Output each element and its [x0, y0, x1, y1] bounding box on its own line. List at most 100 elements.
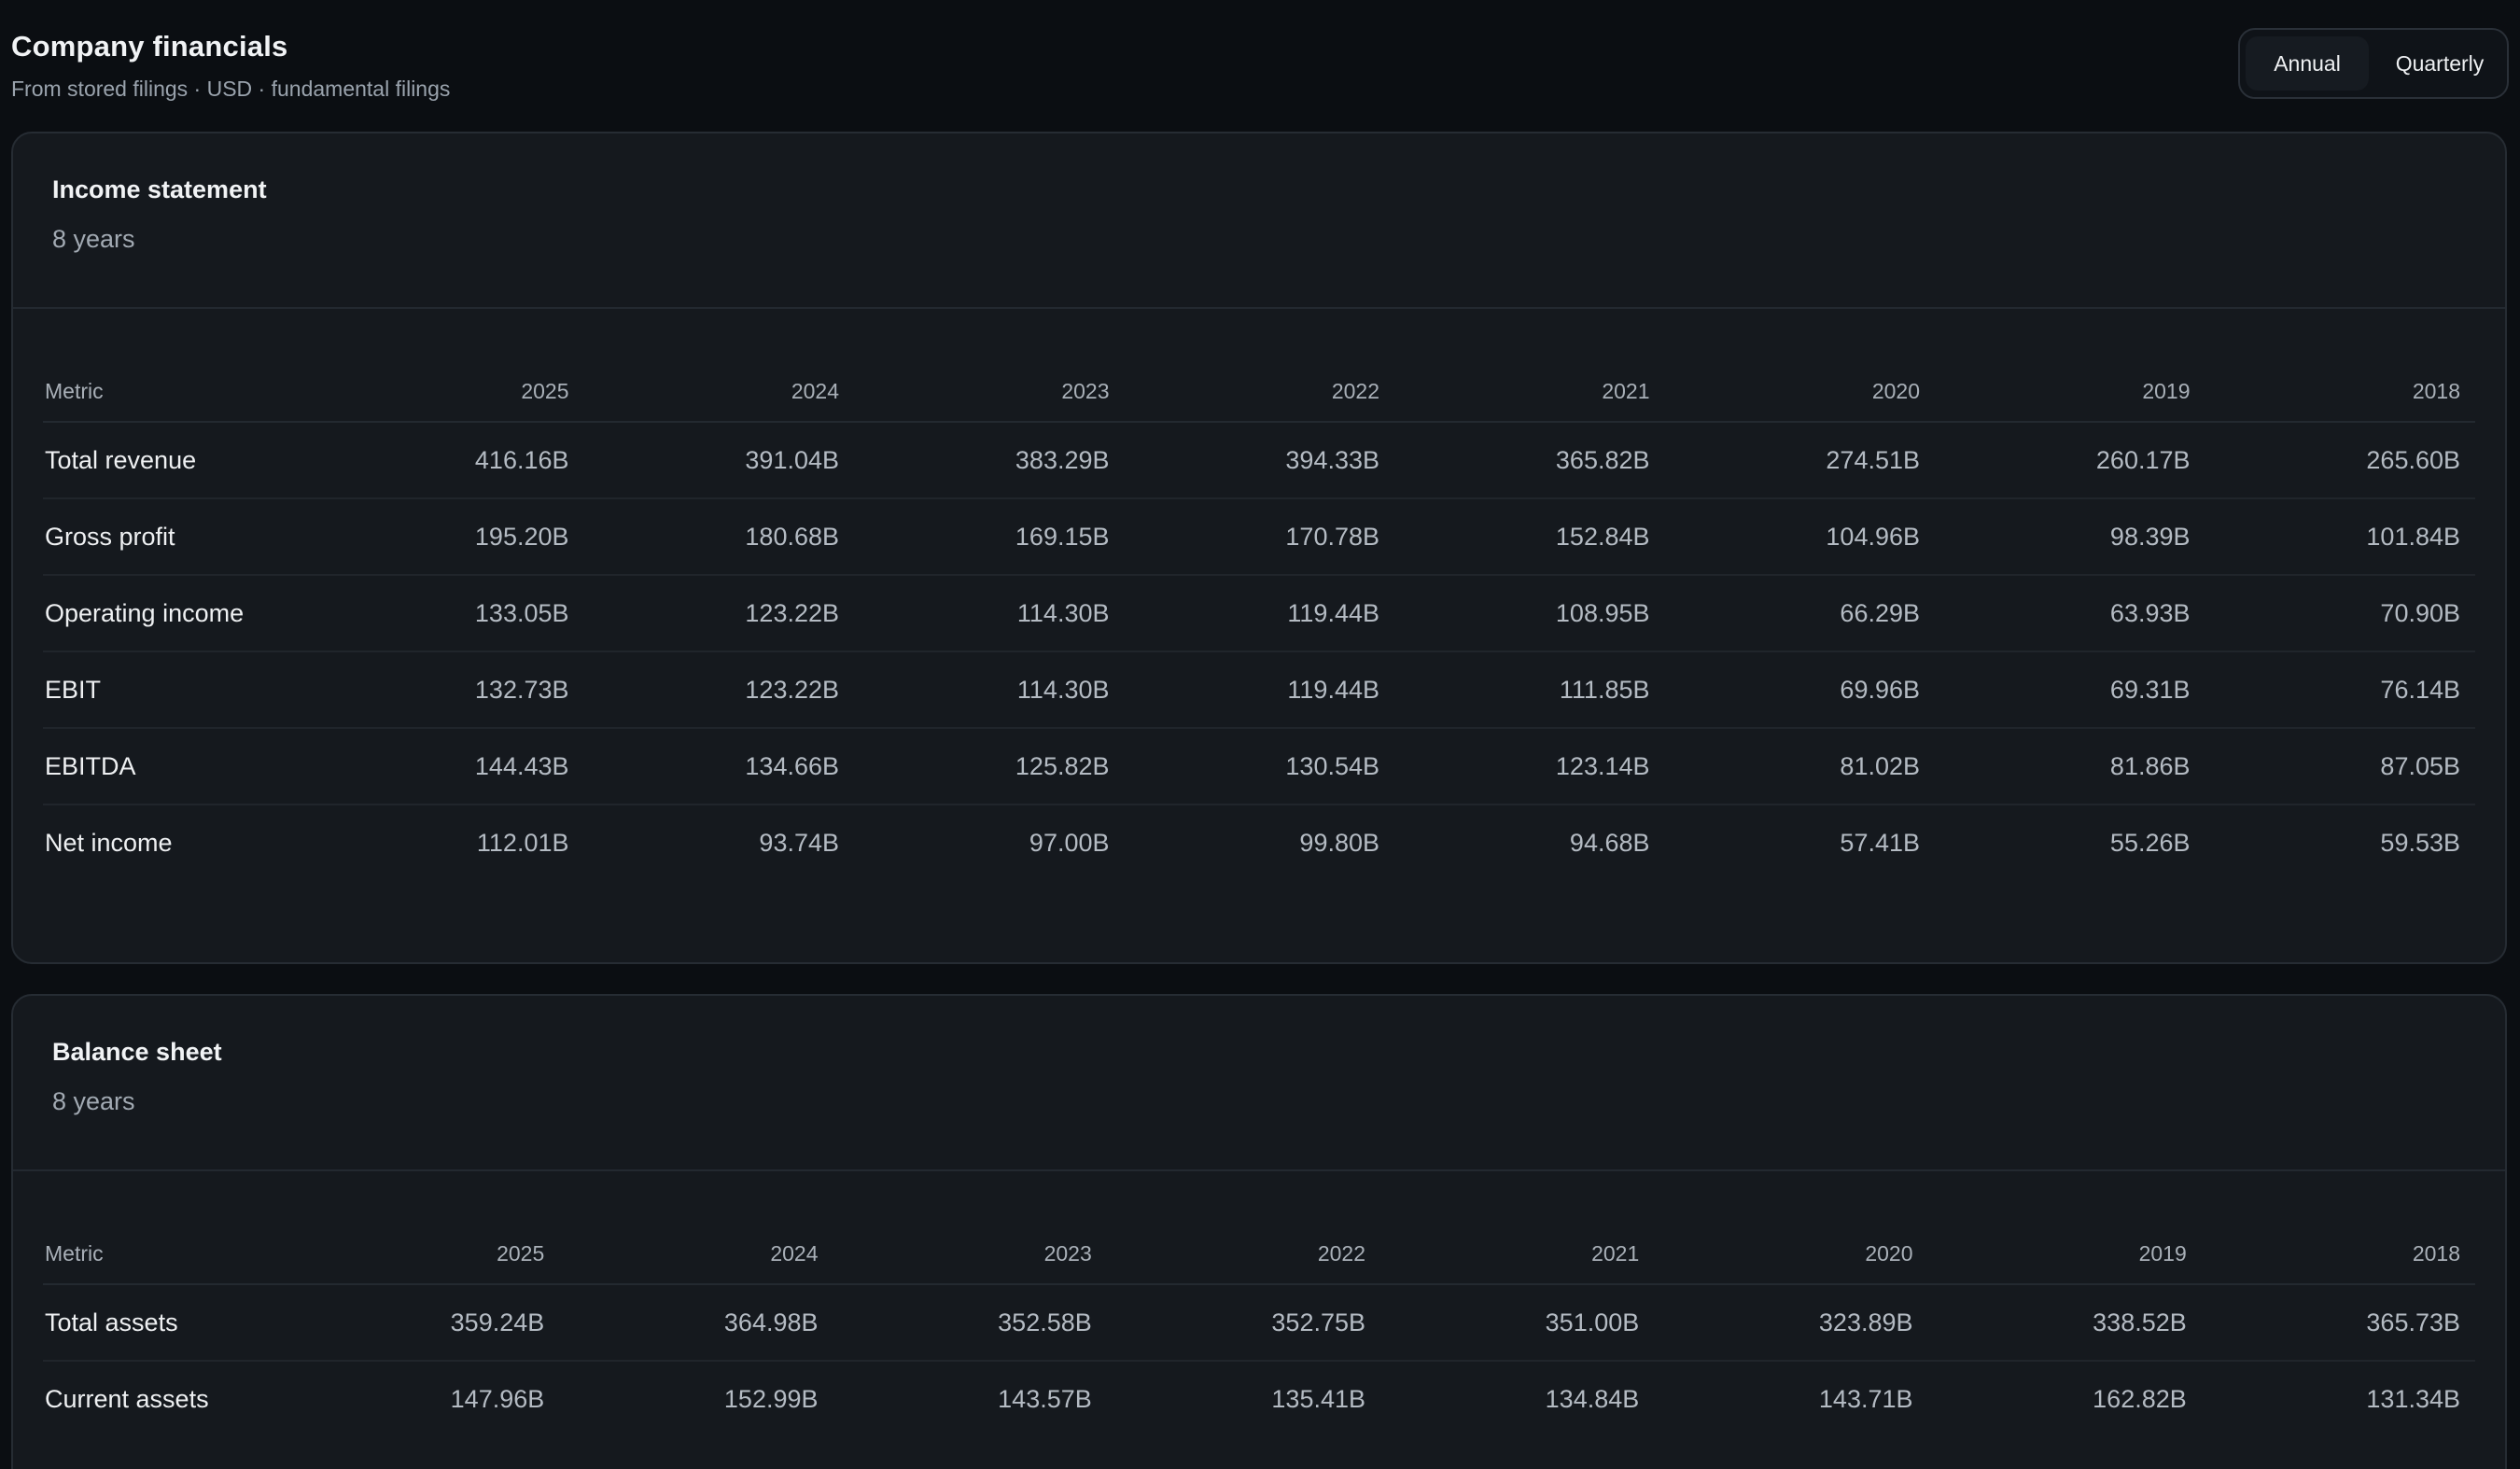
- metric-value: 170.78B: [1124, 498, 1394, 576]
- column-header: 2022: [1317, 1241, 1365, 1266]
- column-header: 2018: [2412, 1241, 2460, 1266]
- metric-value: 119.44B: [1124, 575, 1394, 652]
- column-header: 2021: [1602, 379, 1650, 403]
- metric-value: 169.15B: [854, 498, 1125, 576]
- metric-value: 383.29B: [854, 422, 1125, 499]
- metric-value: 94.68B: [1569, 829, 1650, 857]
- metric-value: 265.60B: [2205, 422, 2475, 499]
- metric-value: 359.24B: [286, 1284, 560, 1362]
- metric-name: EBIT: [43, 651, 314, 729]
- card-period-count: 8 years: [52, 225, 135, 253]
- metric-value: 130.54B: [1124, 728, 1394, 805]
- column-header: 2018: [2412, 379, 2460, 403]
- metric-value: 195.20B: [314, 498, 584, 576]
- metric-value: 365.82B: [1394, 422, 1665, 499]
- page-subtitle: From stored filings · USD · fundamental …: [11, 77, 451, 101]
- metric-name: Operating income: [43, 575, 314, 652]
- metric-value: 114.30B: [854, 575, 1125, 652]
- metric-value: 69.31B: [1935, 651, 2205, 729]
- metric-value: 125.82B: [854, 728, 1125, 805]
- balance-sheet-table: Metric 2025 2024 2023 2022 2021 2020 201…: [43, 1220, 2475, 1437]
- table-header-row: Metric 2025 2024 2023 2022 2021 2020 201…: [43, 357, 2475, 422]
- column-header: 2025: [497, 1241, 545, 1266]
- table-row: Total assets 359.24B 364.98B 352.58B 352…: [43, 1284, 2475, 1362]
- metric-value: 98.39B: [1935, 498, 2205, 576]
- metric-value: 364.98B: [559, 1284, 833, 1362]
- metric-value: 114.30B: [854, 651, 1125, 729]
- table-row: EBIT 132.73B 123.22B 114.30B 119.44B 111…: [43, 651, 2475, 729]
- metric-name: Total assets: [43, 1284, 286, 1362]
- metric-value: 143.57B: [998, 1385, 1092, 1413]
- table-row: Total revenue 416.16B 391.04B 383.29B 39…: [43, 422, 2475, 499]
- annual-toggle-button[interactable]: Annual: [2246, 36, 2369, 91]
- card-period-count: 8 years: [52, 1087, 135, 1115]
- metric-name: Gross profit: [43, 498, 314, 576]
- metric-value: 162.82B: [2093, 1385, 2187, 1413]
- balance-sheet-card: Balance sheet 8 years Metric 2025 2024 2…: [11, 994, 2507, 1469]
- metric-value: 55.26B: [2109, 829, 2191, 857]
- card-title: Balance sheet: [52, 1038, 222, 1066]
- metric-value: 133.05B: [314, 575, 584, 652]
- metric-value: 123.14B: [1394, 728, 1665, 805]
- period-toggle: Annual Quarterly: [2238, 28, 2509, 99]
- metric-value: 123.22B: [583, 651, 854, 729]
- table-row: Gross profit 195.20B 180.68B 169.15B 170…: [43, 498, 2475, 576]
- metric-value: 352.75B: [1106, 1284, 1380, 1362]
- page-header: Company financials From stored filings ·…: [11, 28, 2509, 105]
- metric-value: 147.96B: [450, 1385, 545, 1413]
- metric-value: 134.66B: [583, 728, 854, 805]
- metric-value: 338.52B: [1927, 1284, 2202, 1362]
- column-header: 2024: [770, 1241, 819, 1266]
- column-header: 2021: [1591, 1241, 1640, 1266]
- metric-value: 152.99B: [723, 1385, 819, 1413]
- metric-value: 111.85B: [1394, 651, 1665, 729]
- metric-value: 391.04B: [583, 422, 854, 499]
- column-header: 2022: [1331, 379, 1379, 403]
- column-header: 2020: [1865, 1241, 1913, 1266]
- metric-value: 132.73B: [314, 651, 584, 729]
- metric-value: 93.74B: [759, 829, 839, 857]
- metric-value: 416.16B: [314, 422, 584, 499]
- metric-value: 352.58B: [833, 1284, 1107, 1362]
- table-row: Operating income 133.05B 123.22B 114.30B…: [43, 575, 2475, 652]
- metric-value: 57.41B: [1840, 829, 1920, 857]
- card-title: Income statement: [52, 175, 267, 203]
- financials-page: Company financials From stored filings ·…: [0, 0, 2520, 1469]
- metric-value: 260.17B: [1935, 422, 2205, 499]
- metric-value: 134.84B: [1545, 1385, 1640, 1413]
- card-header: Income statement 8 years: [13, 133, 2505, 309]
- metric-name: Net income: [45, 829, 173, 857]
- metric-value: 69.96B: [1664, 651, 1935, 729]
- metric-value: 63.93B: [1935, 575, 2205, 652]
- metric-value: 59.53B: [2380, 829, 2460, 857]
- metric-value: 97.00B: [1029, 829, 1110, 857]
- metric-value: 101.84B: [2205, 498, 2475, 576]
- metric-value: 131.34B: [2366, 1385, 2460, 1413]
- metric-name: Total revenue: [43, 422, 314, 499]
- column-header: 2024: [791, 379, 839, 403]
- page-title: Company financials: [11, 30, 288, 63]
- metric-value: 108.95B: [1394, 575, 1665, 652]
- metric-value: 112.01B: [476, 829, 569, 857]
- metric-name: Current assets: [45, 1385, 209, 1413]
- quarterly-toggle-button[interactable]: Quarterly: [2373, 36, 2507, 91]
- column-header: 2023: [1043, 1241, 1092, 1266]
- metric-name: EBITDA: [43, 728, 314, 805]
- table-row: Current assets 147.96B 152.99B 143.57B 1…: [43, 1361, 2475, 1437]
- column-header: Metric: [45, 1241, 104, 1266]
- column-header: Metric: [45, 379, 104, 403]
- table-row: Net income 112.01B 93.74B 97.00B 99.80B …: [43, 804, 2475, 881]
- card-header: Balance sheet 8 years: [13, 996, 2505, 1171]
- income-statement-table: Metric 2025 2024 2023 2022 2021 2020 201…: [43, 357, 2475, 881]
- metric-value: 143.71B: [1818, 1385, 1913, 1413]
- metric-value: 274.51B: [1664, 422, 1935, 499]
- column-header: 2023: [1061, 379, 1110, 403]
- metric-value: 123.22B: [583, 575, 854, 652]
- metric-value: 81.86B: [1935, 728, 2205, 805]
- metric-value: 323.89B: [1654, 1284, 1928, 1362]
- column-header: 2020: [1871, 379, 1920, 403]
- metric-value: 76.14B: [2205, 651, 2475, 729]
- metric-value: 135.41B: [1271, 1385, 1365, 1413]
- column-header: 2019: [2138, 1241, 2187, 1266]
- metric-value: 70.90B: [2205, 575, 2475, 652]
